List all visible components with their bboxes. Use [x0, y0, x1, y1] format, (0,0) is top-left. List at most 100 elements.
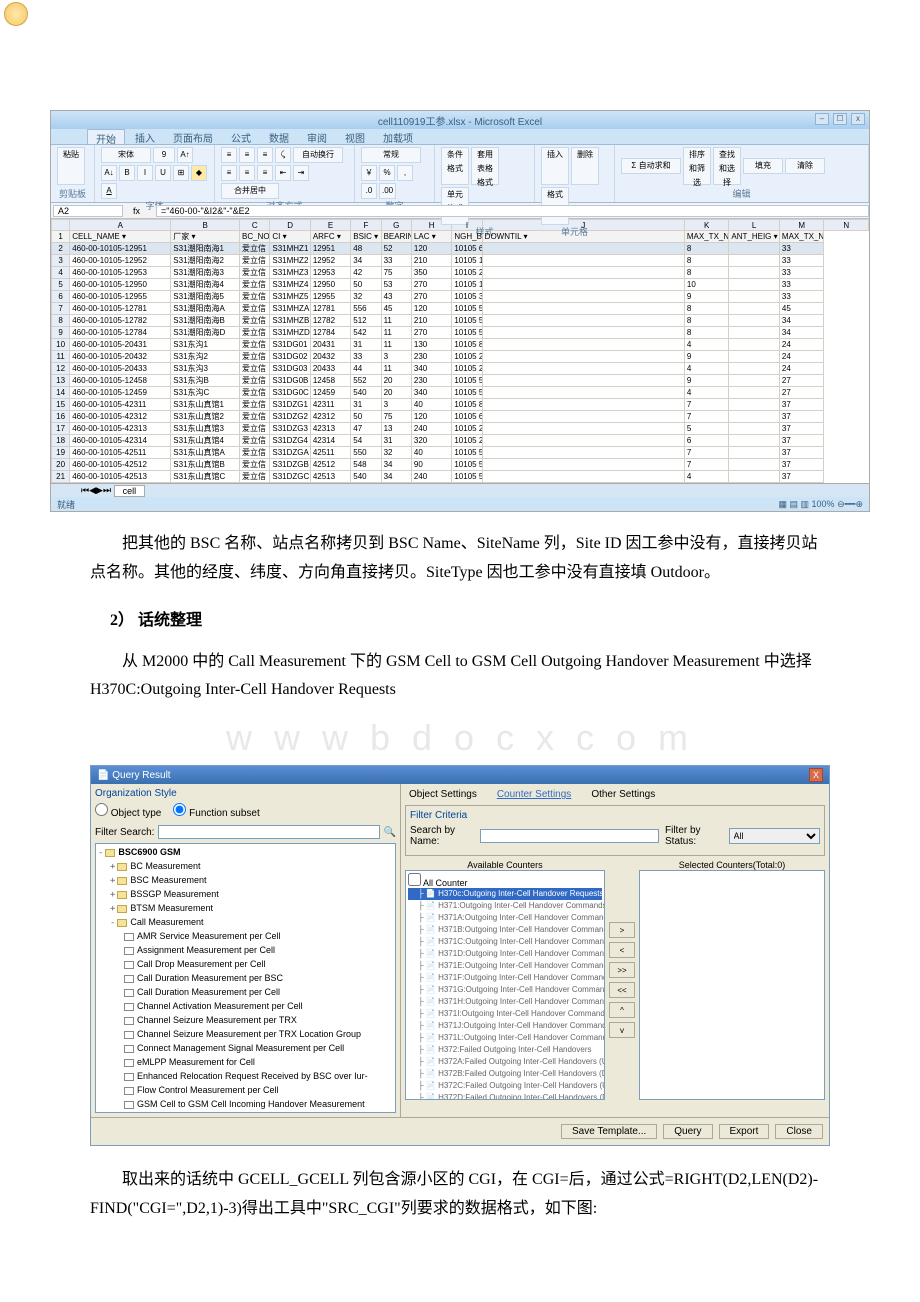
cell[interactable]: 240: [411, 471, 451, 483]
cell[interactable]: S31潮阳南海D: [171, 327, 240, 339]
row-header[interactable]: 3: [52, 255, 70, 267]
cell[interactable]: 34: [779, 327, 823, 339]
tree-node[interactable]: Assignment Measurement per Cell: [98, 944, 393, 958]
col-header[interactable]: F: [351, 220, 381, 231]
cell[interactable]: 20432: [310, 351, 350, 363]
cell[interactable]: 10105 542 573 578 581 595 602 607 623 63…: [452, 327, 482, 339]
nav-last-icon[interactable]: ⏭: [103, 485, 111, 496]
tab-other-settings[interactable]: Other Settings: [587, 788, 659, 801]
cell[interactable]: S31东沟B: [171, 375, 240, 387]
percent-icon[interactable]: %: [379, 165, 395, 181]
cell[interactable]: [729, 459, 780, 471]
tree-node[interactable]: Flow Control Measurement per Cell: [98, 1084, 393, 1098]
row-header[interactable]: 15: [52, 399, 70, 411]
cell[interactable]: 230: [411, 375, 451, 387]
tree-node[interactable]: Call Duration Measurement per BSC: [98, 972, 393, 986]
cell[interactable]: [482, 471, 684, 483]
header-cell[interactable]: MAX_TX_N ▾: [779, 231, 823, 243]
cell[interactable]: 40: [411, 399, 451, 411]
tree-node[interactable]: Call Drop Measurement per Cell: [98, 958, 393, 972]
counter-item[interactable]: ├ 📄 H371L:Outgoing Inter-Cell Handover C…: [408, 1032, 602, 1044]
counter-item[interactable]: ├ 📄 H371H:Outgoing Inter-Cell Handover C…: [408, 996, 602, 1008]
align-bot-icon[interactable]: ≡: [257, 147, 273, 163]
cell[interactable]: S31MHZ1: [270, 243, 310, 255]
cell[interactable]: 27: [779, 387, 823, 399]
cell[interactable]: 37: [779, 411, 823, 423]
row-header[interactable]: 16: [52, 411, 70, 423]
cell[interactable]: 10105 11 50 58 69 82 87: [452, 279, 482, 291]
cell[interactable]: S31DZG1: [270, 399, 310, 411]
cell[interactable]: 10105 23 32 71 85 19 15: [452, 267, 482, 279]
row-header[interactable]: 6: [52, 291, 70, 303]
cell[interactable]: 爱立信: [240, 279, 270, 291]
grow-font-icon[interactable]: A↑: [177, 147, 193, 163]
cell[interactable]: S31DZG4: [270, 435, 310, 447]
row-header[interactable]: 2: [52, 243, 70, 255]
cell[interactable]: 爱立信: [240, 363, 270, 375]
move-left-button[interactable]: <: [609, 942, 635, 958]
tab-object-settings[interactable]: Object Settings: [405, 788, 481, 801]
cell[interactable]: 9: [684, 291, 728, 303]
cell[interactable]: 爱立信: [240, 303, 270, 315]
tree-node[interactable]: +BTSM Measurement: [98, 902, 393, 916]
cell[interactable]: 45: [779, 303, 823, 315]
cell[interactable]: S31DG02: [270, 351, 310, 363]
cell[interactable]: 10105 1 9 28 34 94 4: [452, 255, 482, 267]
cell[interactable]: [482, 423, 684, 435]
fill-button[interactable]: 填充: [743, 158, 783, 174]
cell[interactable]: 10105 20 29 54 69 75 86 10 82: [452, 435, 482, 447]
cell[interactable]: 460-00-10105-12950: [70, 279, 171, 291]
cell[interactable]: S31潮阳南海4: [171, 279, 240, 291]
cell[interactable]: 13: [381, 423, 411, 435]
cell[interactable]: 540: [351, 471, 381, 483]
cell[interactable]: [482, 459, 684, 471]
counter-item[interactable]: ├ 📄 H371D:Outgoing Inter-Cell Handover C…: [408, 948, 602, 960]
cell[interactable]: 210: [411, 255, 451, 267]
row-header[interactable]: 5: [52, 279, 70, 291]
cell[interactable]: 12953: [310, 267, 350, 279]
cell[interactable]: 10105 527 547 552 569 580 610 629 634: [452, 375, 482, 387]
cell[interactable]: 42311: [310, 399, 350, 411]
cell[interactable]: [729, 375, 780, 387]
close-button[interactable]: x: [851, 113, 865, 125]
cell[interactable]: [729, 243, 780, 255]
filter-status-select[interactable]: All: [729, 828, 820, 844]
cell[interactable]: 4: [684, 339, 728, 351]
cell[interactable]: 12950: [310, 279, 350, 291]
tab-review[interactable]: 审阅: [299, 129, 335, 144]
cell[interactable]: 31: [381, 435, 411, 447]
cell[interactable]: 460-00-10105-42312: [70, 411, 171, 423]
cell[interactable]: 130: [411, 339, 451, 351]
counter-item[interactable]: ├ 📄 H372B:Failed Outgoing Inter-Cell Han…: [408, 1068, 602, 1080]
counter-item[interactable]: ├ 📄 H371C:Outgoing Inter-Cell Handover C…: [408, 936, 602, 948]
tab-layout[interactable]: 页面布局: [165, 129, 221, 144]
cell[interactable]: 50: [351, 279, 381, 291]
cell[interactable]: 460-00-10105-12951: [70, 243, 171, 255]
cell[interactable]: S31东山真馆A: [171, 447, 240, 459]
cell[interactable]: 10: [684, 279, 728, 291]
cell[interactable]: 12955: [310, 291, 350, 303]
cell[interactable]: 120: [411, 411, 451, 423]
tree-node[interactable]: Channel Seizure Measurement per TRX Loca…: [98, 1028, 393, 1042]
cell[interactable]: [482, 315, 684, 327]
cell[interactable]: 11: [381, 363, 411, 375]
align-right-icon[interactable]: ≡: [257, 165, 273, 181]
spreadsheet-grid[interactable]: ABCDEFGHIJKLMN1CELL_NAME ▾厂家 ▾BC_NO ▾CI …: [51, 219, 869, 483]
cell[interactable]: 320: [411, 435, 451, 447]
cell[interactable]: 7: [684, 459, 728, 471]
cell[interactable]: [482, 387, 684, 399]
cell[interactable]: 爱立信: [240, 447, 270, 459]
table-format-button[interactable]: 套用表格格式: [471, 147, 499, 185]
cell[interactable]: 爱立信: [240, 387, 270, 399]
paste-button[interactable]: 粘贴: [57, 147, 85, 185]
cell[interactable]: 24: [779, 339, 823, 351]
counter-item[interactable]: ├ 📄 H371J:Outgoing Inter-Cell Handover C…: [408, 1020, 602, 1032]
col-header[interactable]: M: [779, 220, 823, 231]
cell[interactable]: 11: [381, 327, 411, 339]
cell[interactable]: 42313: [310, 423, 350, 435]
cell[interactable]: 460-00-10105-20433: [70, 363, 171, 375]
cell[interactable]: [729, 267, 780, 279]
cell[interactable]: 120: [411, 243, 451, 255]
save-template-button[interactable]: Save Template...: [561, 1124, 657, 1139]
header-cell[interactable]: 厂家 ▾: [171, 231, 240, 243]
